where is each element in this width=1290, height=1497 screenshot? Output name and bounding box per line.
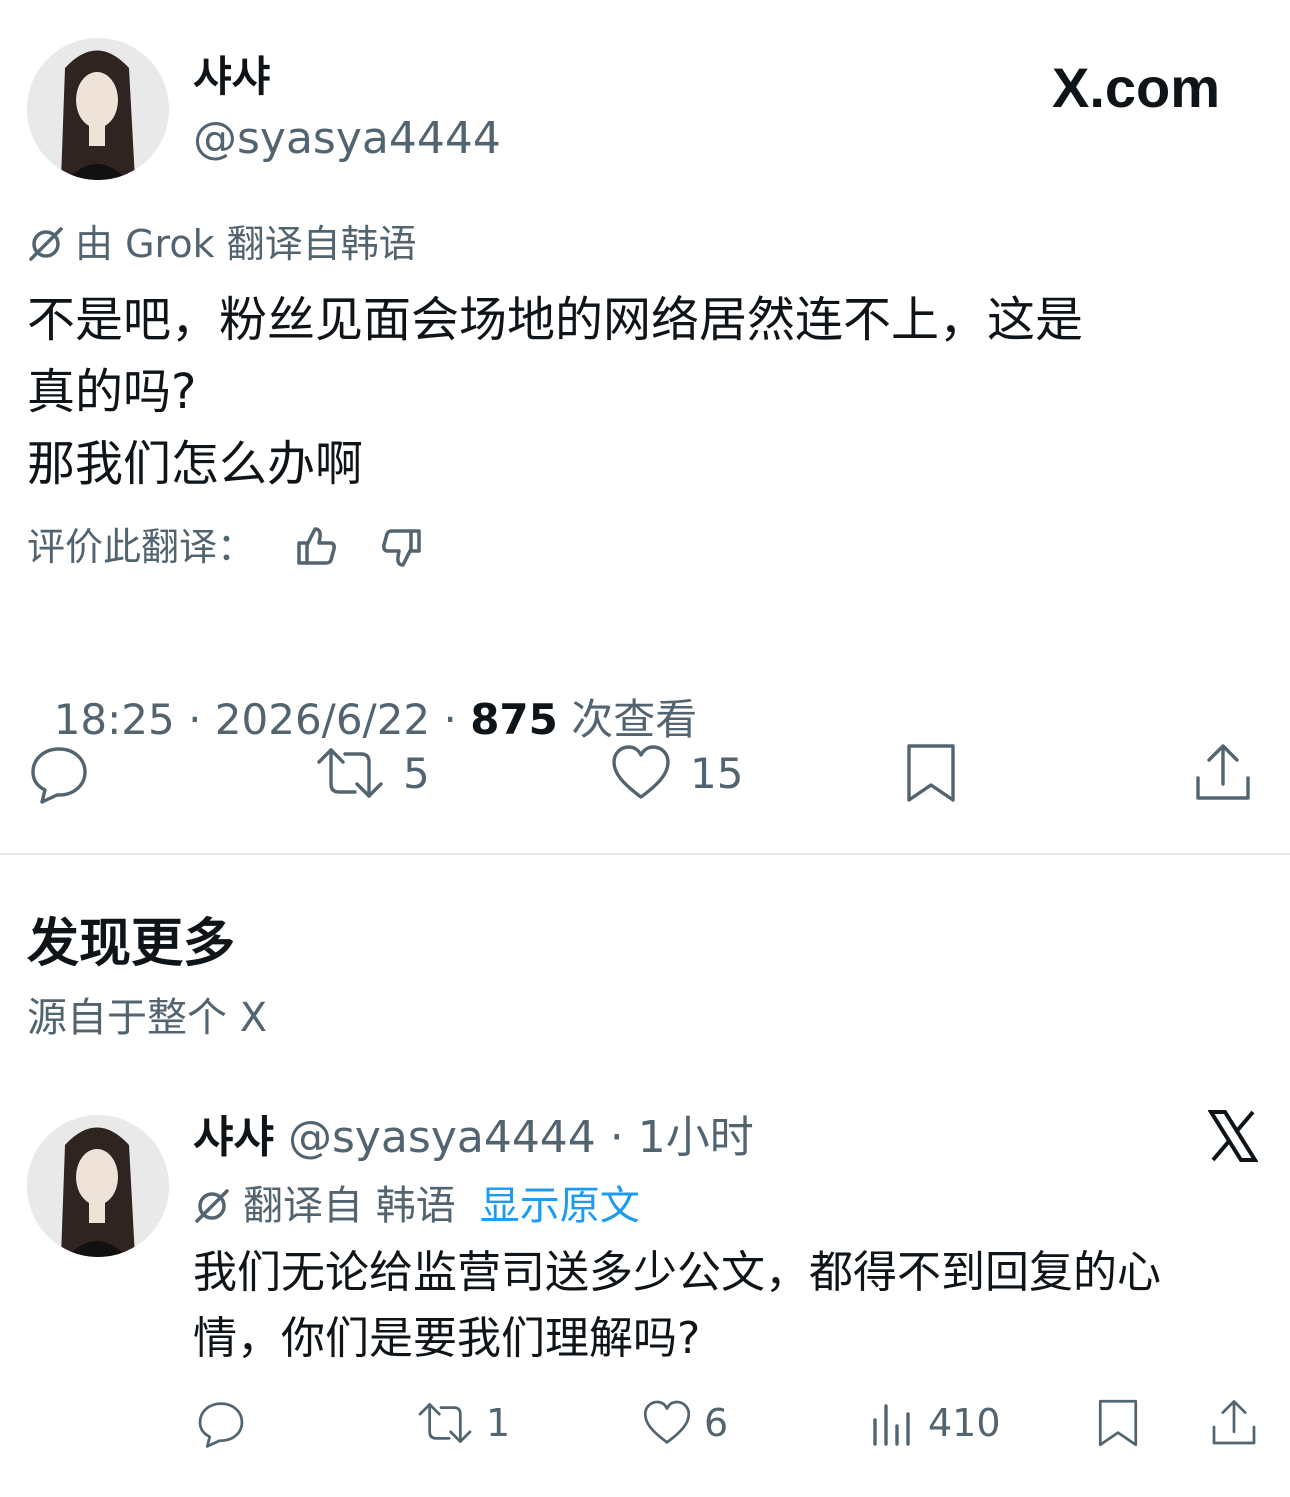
reply-author-avatar[interactable]	[27, 1115, 169, 1257]
rate-translation: 评价此翻译：	[27, 522, 423, 572]
author-avatar[interactable]	[27, 38, 169, 180]
reply-display-name[interactable]: 샤샤	[193, 1112, 274, 1163]
reply-like-count: 6	[704, 1401, 729, 1445]
bookmark-button[interactable]	[903, 742, 959, 804]
grok-icon	[195, 1189, 229, 1223]
share-icon	[1196, 744, 1250, 800]
grok-icon	[29, 227, 63, 261]
reply-repost-count: 1	[486, 1401, 511, 1445]
like-button[interactable]: 15	[610, 742, 743, 804]
author-display-name[interactable]: 샤샤	[193, 52, 270, 102]
thumbs-up-icon[interactable]	[295, 525, 339, 569]
avatar-image	[27, 38, 169, 180]
reply-translation-row: 翻译自 韩语 显示原文	[193, 1180, 640, 1232]
post-body: 不是吧，粉丝见面会场地的网络居然连不上，这是 真的吗? 那我们怎么办啊	[27, 284, 1083, 500]
reply-share-button[interactable]	[1210, 1398, 1258, 1448]
reply-reply-button[interactable]	[196, 1398, 246, 1448]
reply-header: 샤샤 @syasya4444 · 1小时	[193, 1110, 754, 1166]
section-divider	[0, 853, 1290, 855]
reply-bookmark-button[interactable]	[1095, 1398, 1141, 1448]
reply-body-line: 情，你们是要我们理解吗?	[193, 1313, 701, 1364]
show-original-link[interactable]: 显示原文	[480, 1180, 640, 1232]
translation-note-text: 由 Grok 翻译自韩语	[75, 222, 417, 266]
post-body-line: 那我们怎么办啊	[27, 436, 364, 492]
reply-handle-time[interactable]: @syasya4444 · 1小时	[288, 1112, 754, 1163]
x-logo-icon	[1207, 1110, 1259, 1162]
reply-translation-prefix: 翻译自 韩语	[243, 1183, 456, 1229]
rate-translation-label: 评价此翻译：	[27, 525, 256, 569]
post-meta: 18:25 · 2026/6/22 · 875 次查看	[27, 636, 698, 748]
heart-icon	[643, 1400, 691, 1444]
repost-icon	[418, 1403, 472, 1443]
avatar-image	[27, 1115, 169, 1257]
reply-button[interactable]	[28, 742, 90, 804]
reply-icon	[31, 747, 87, 804]
reply-icon	[198, 1402, 244, 1448]
reply-views-count: 410	[928, 1401, 1001, 1445]
repost-button[interactable]: 5	[315, 742, 430, 804]
author-handle[interactable]: @syasya4444	[193, 112, 501, 166]
analytics-icon	[873, 1404, 910, 1446]
thumbs-down-icon[interactable]	[379, 525, 423, 569]
grok-translation-note: 由 Grok 翻译自韩语	[27, 220, 417, 268]
reply-like-button[interactable]: 6	[642, 1398, 728, 1448]
reply-body: 我们无论给监营司送多少公文，都得不到回复的心 情，你们是要我们理解吗?	[193, 1240, 1161, 1372]
share-button[interactable]	[1193, 742, 1253, 804]
discover-subtitle: 源自于整个 X	[27, 995, 268, 1041]
heart-icon	[612, 745, 670, 799]
bookmark-icon	[907, 744, 955, 802]
repost-count: 5	[403, 748, 430, 798]
post-body-line: 不是吧，粉丝见面会场地的网络居然连不上，这是	[27, 292, 1084, 348]
post-time-date[interactable]: 18:25 · 2026/6/22 ·	[54, 695, 471, 744]
post-views-label: 次查看	[557, 695, 698, 744]
like-count: 15	[690, 748, 744, 798]
discover-title: 发现更多	[27, 914, 236, 974]
post-views-count: 875	[470, 695, 558, 744]
bookmark-icon	[1098, 1399, 1138, 1447]
reply-brand-icon	[1207, 1110, 1259, 1162]
reply-views-button[interactable]: 410	[870, 1398, 1001, 1448]
brand-watermark: X.com	[1052, 56, 1221, 119]
post-body-line: 真的吗?	[27, 364, 197, 420]
repost-icon	[317, 748, 383, 798]
share-icon	[1212, 1400, 1256, 1445]
reply-body-line: 我们无论给监营司送多少公文，都得不到回复的心	[193, 1247, 1161, 1298]
reply-repost-button[interactable]: 1	[416, 1398, 510, 1448]
